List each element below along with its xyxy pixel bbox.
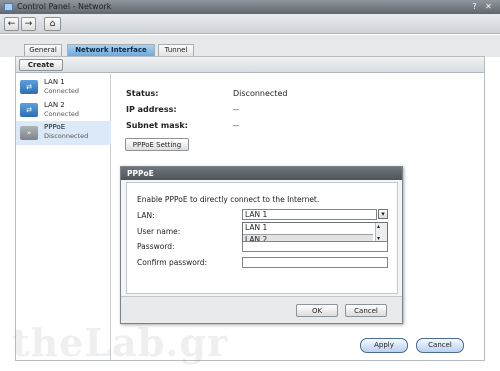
status-value: Disconnected xyxy=(233,89,288,98)
create-button[interactable]: Create xyxy=(19,59,63,71)
interface-name: LAN 1 xyxy=(44,78,65,86)
subnet-mask-value: -- xyxy=(233,121,239,130)
close-icon[interactable]: ✕ xyxy=(484,2,493,11)
tab-general[interactable]: General xyxy=(24,44,62,56)
help-icon[interactable]: ? xyxy=(470,2,479,11)
interface-name: PPPoE xyxy=(44,123,66,131)
watermark: theLab.gr xyxy=(12,320,229,365)
forward-button[interactable]: → xyxy=(21,17,36,31)
apply-button[interactable]: Apply xyxy=(360,338,408,353)
confirm-password-field[interactable] xyxy=(242,257,388,268)
home-icon: ⌂ xyxy=(49,19,56,29)
control-panel-icon xyxy=(4,3,13,11)
action-bar xyxy=(16,57,484,73)
password-field[interactable] xyxy=(242,241,388,252)
tab-tunnel[interactable]: Tunnel xyxy=(158,44,194,56)
interface-status: Connected xyxy=(44,110,80,118)
lan-label: LAN: xyxy=(137,211,155,220)
lan-option[interactable]: LAN 1 xyxy=(243,223,373,234)
home-button[interactable]: ⌂ xyxy=(44,17,61,31)
pppoe-icon: » xyxy=(20,126,38,140)
subnet-mask-label: Subnet mask: xyxy=(126,121,188,130)
back-arrow-icon: ← xyxy=(7,19,16,29)
cancel-button[interactable]: Cancel xyxy=(416,338,464,353)
user-name-label: User name: xyxy=(137,227,181,236)
chevron-down-icon[interactable]: ▾ xyxy=(378,209,388,219)
dialog-cancel-button[interactable]: Cancel xyxy=(345,304,387,317)
toolbar xyxy=(0,14,500,34)
ip-address-value: -- xyxy=(233,105,239,114)
ethernet-icon: ⇄ xyxy=(20,80,38,94)
dialog-intro: Enable PPPoE to directly connect to the … xyxy=(137,195,320,204)
interface-status: Connected xyxy=(44,87,80,95)
password-label: Password: xyxy=(137,242,175,251)
status-label: Status: xyxy=(126,89,159,98)
scroll-up-icon[interactable]: ▴ xyxy=(377,223,380,230)
confirm-password-label: Confirm password: xyxy=(137,258,208,267)
forward-arrow-icon: → xyxy=(24,19,33,29)
ethernet-icon: ⇄ xyxy=(20,103,38,117)
window-title: Control Panel - Network xyxy=(17,2,112,11)
interface-name: LAN 2 xyxy=(44,101,65,109)
ok-button[interactable]: OK xyxy=(296,304,338,317)
lan-select[interactable]: LAN 1 xyxy=(242,209,377,220)
tab-network-interface[interactable]: Network Interface xyxy=(67,44,155,56)
interface-status: Disconnected xyxy=(44,132,89,140)
ip-address-label: IP address: xyxy=(126,105,177,114)
dialog-title-bar: PPPoE xyxy=(121,167,402,180)
back-button[interactable]: ← xyxy=(4,17,19,31)
pppoe-setting-button[interactable]: PPPoE Setting xyxy=(125,138,189,151)
dialog-title: PPPoE xyxy=(127,169,154,178)
